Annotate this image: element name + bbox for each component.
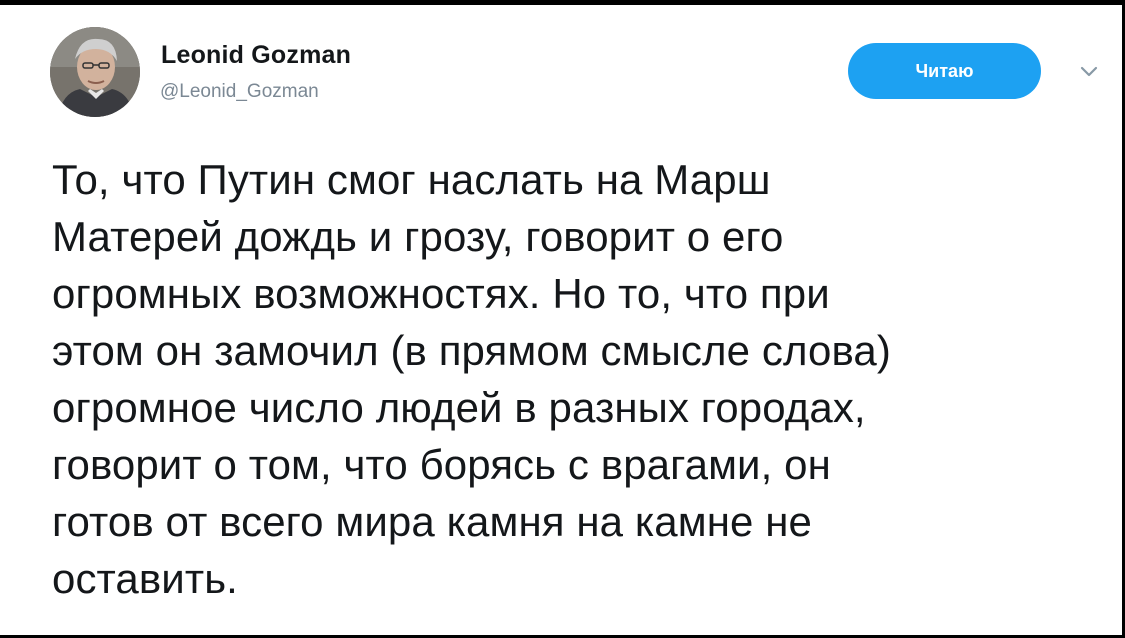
tweet-card: Leonid Gozman @Leonid_Gozman Читаю То, ч… [0,0,1125,638]
tweet-text-line: говорит о том, что борясь с врагами, он [52,441,831,488]
author-handle[interactable]: @Leonid_Gozman [160,81,319,103]
tweet-text-line: огромное число людей в разных городах, [52,384,866,431]
tweet-text: То, что Путин смог наслать на Марш Матер… [52,151,1092,607]
author-name[interactable]: Leonid Gozman [161,41,351,70]
tweet-text-line: То, что Путин смог наслать на Марш [52,156,771,203]
avatar[interactable] [50,27,140,117]
tweet-text-line: Матерей дождь и грозу, говорит о его [52,213,784,260]
follow-button[interactable]: Читаю [848,43,1041,99]
tweet-text-line: этом он замочил (в прямом смысле слова) [52,327,891,374]
tweet-text-line: оставить. [52,555,238,602]
tweet-text-line: готов от всего мира камня на камне не [52,498,812,545]
avatar-photo [50,27,140,117]
chevron-down-icon[interactable] [1076,61,1102,81]
tweet-text-line: огромных возможностях. Но то, что при [52,270,830,317]
